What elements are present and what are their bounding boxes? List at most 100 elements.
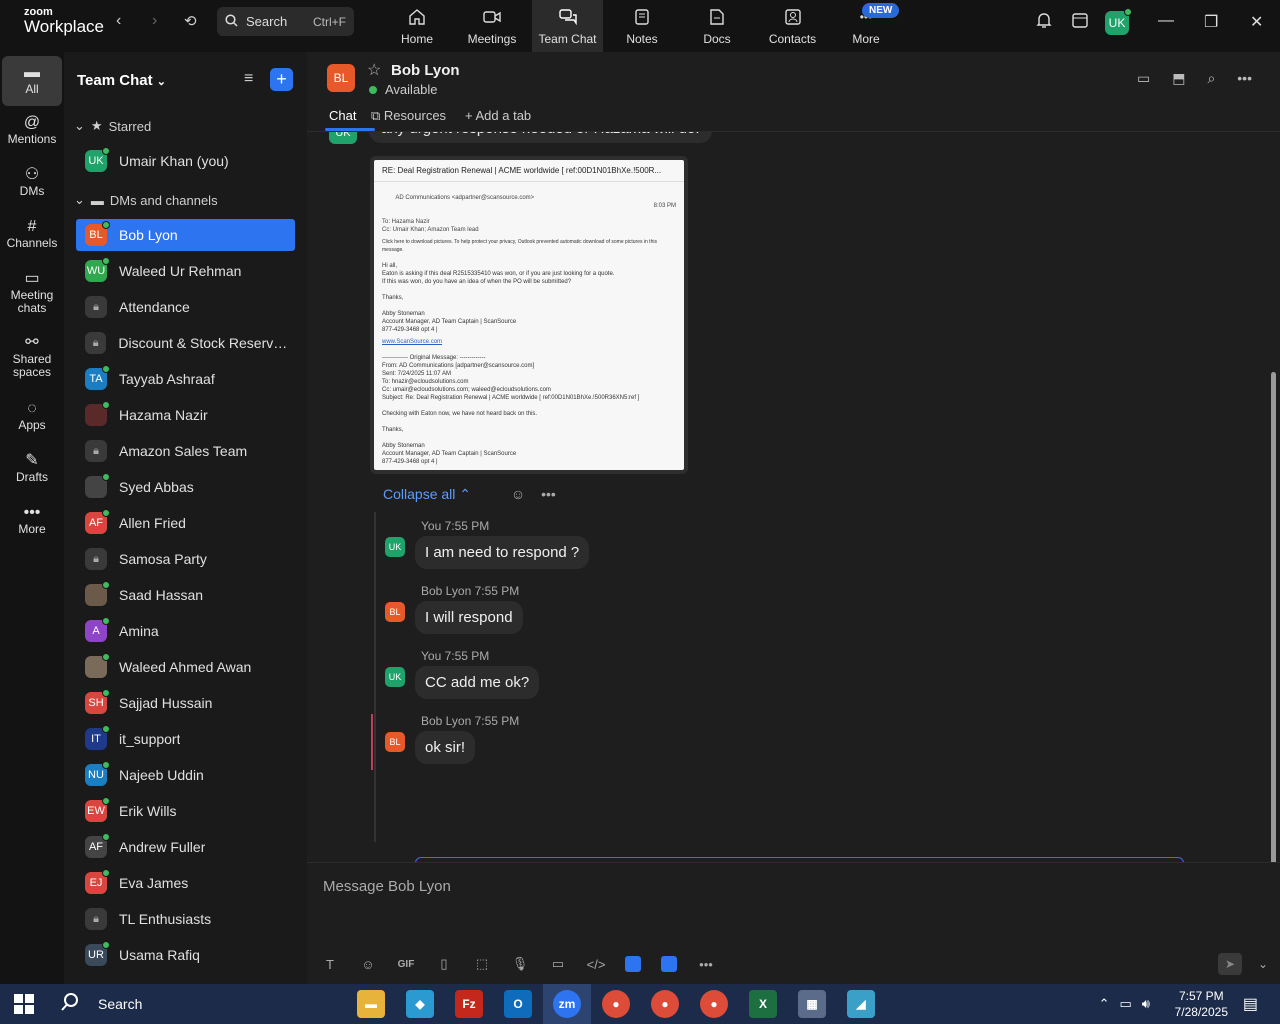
sidebar-item[interactable]: UR Usama Rafiq bbox=[76, 939, 295, 971]
sidebar-item[interactable]: 🔒︎ Discount & Stock Reservati... bbox=[76, 327, 295, 359]
message-bubble[interactable]: I am need to respond ? bbox=[415, 536, 590, 569]
sidebar-item[interactable]: TA Tayyab Ashraaf bbox=[76, 363, 295, 395]
collapse-all-button[interactable]: Collapse all ⌃ ☺ ••• bbox=[383, 486, 556, 503]
maximize-icon[interactable]: ❐ bbox=[1204, 12, 1218, 32]
calculator-icon[interactable]: ▦ bbox=[798, 990, 826, 1018]
code-snippet-icon[interactable]: </> bbox=[587, 955, 606, 973]
search-icon[interactable]: ⌕ bbox=[1207, 70, 1215, 87]
format-text-icon[interactable]: T bbox=[321, 955, 339, 973]
sidebar-item[interactable]: Syed Abbas bbox=[76, 471, 295, 503]
more-icon[interactable]: ••• bbox=[697, 955, 715, 973]
excel-icon[interactable]: X bbox=[749, 990, 777, 1018]
sidebar-item[interactable]: EJ Eva James bbox=[76, 867, 295, 899]
chevron-down-icon[interactable]: ⌄ bbox=[1258, 957, 1268, 971]
sidebar-title[interactable]: Team Chat ⌄ bbox=[77, 72, 166, 89]
sidebar-item[interactable]: BL Bob Lyon bbox=[76, 219, 295, 251]
notification-icon[interactable]: ▤ bbox=[1243, 994, 1258, 1014]
calendar-icon[interactable] bbox=[1072, 12, 1088, 33]
rail-shared-spaces[interactable]: ⚯ Shared spaces bbox=[2, 335, 62, 379]
taskbar-clock[interactable]: 7:57 PM 7/28/2025 bbox=[1175, 988, 1228, 1020]
volume-icon[interactable]: 🔊︎ bbox=[1142, 996, 1150, 1012]
sidebar-item[interactable]: Waleed Ahmed Awan bbox=[76, 651, 295, 683]
section-starred[interactable]: ⌄ ★ Starred bbox=[74, 118, 151, 134]
more-options-icon[interactable]: ••• bbox=[541, 486, 556, 502]
sidebar-item[interactable]: AF Allen Fried bbox=[76, 507, 295, 539]
sidebar-item[interactable]: EW Erik Wills bbox=[76, 795, 295, 827]
zoom-icon[interactable]: zm bbox=[553, 990, 581, 1018]
bell-icon[interactable] bbox=[1036, 12, 1052, 34]
mic-icon[interactable]: 🎙︎ bbox=[511, 955, 529, 973]
chevron-up-icon[interactable]: ⌃ bbox=[1099, 996, 1110, 1012]
windows-start-icon[interactable] bbox=[14, 994, 34, 1014]
network-icon[interactable]: ▭ bbox=[1120, 996, 1132, 1012]
sidebar-item[interactable]: IT it_support bbox=[76, 723, 295, 755]
file-explorer-icon[interactable]: ▬ bbox=[357, 990, 385, 1018]
sidebar-item[interactable]: WU Waleed Ur Rehman bbox=[76, 255, 295, 287]
sidebar-item-self[interactable]: UK Umair Khan (you) bbox=[76, 145, 295, 177]
app-icon[interactable] bbox=[661, 956, 677, 972]
tab-resources[interactable]: ⧉ Resources bbox=[371, 108, 446, 124]
app-icon[interactable]: ◢ bbox=[847, 990, 875, 1018]
video-call-icon[interactable]: ▭ bbox=[1137, 70, 1150, 87]
back-arrow-icon[interactable]: ‹ bbox=[116, 12, 121, 30]
tab-docs[interactable]: Docs bbox=[697, 0, 737, 52]
gif-icon[interactable]: GIF bbox=[397, 955, 415, 973]
chrome-icon[interactable]: ● bbox=[700, 990, 728, 1018]
sidebar-item[interactable]: A Amina bbox=[76, 615, 295, 647]
tab-meetings[interactable]: Meetings bbox=[462, 0, 522, 52]
search-box[interactable]: Search Ctrl+F bbox=[217, 7, 354, 36]
new-chat-button[interactable]: + bbox=[270, 68, 293, 91]
star-icon[interactable]: ☆ bbox=[367, 60, 381, 80]
emoji-react-icon[interactable]: ☺ bbox=[511, 486, 525, 502]
app-icon[interactable]: ◆ bbox=[406, 990, 434, 1018]
message-input[interactable] bbox=[323, 875, 1223, 897]
message-thread[interactable]: UK any urgent response needed or Hazama … bbox=[307, 132, 1280, 862]
chrome-icon[interactable]: ● bbox=[651, 990, 679, 1018]
file-icon[interactable]: ▯ bbox=[435, 955, 453, 973]
tab-team-chat[interactable]: Team Chat bbox=[532, 0, 603, 52]
close-icon[interactable]: ✕ bbox=[1250, 12, 1263, 32]
rail-all[interactable]: ▬ All bbox=[2, 56, 62, 106]
outlook-icon[interactable]: O bbox=[504, 990, 532, 1018]
tab-chat[interactable]: Chat bbox=[329, 108, 356, 123]
message-bubble[interactable]: CC add me ok? bbox=[415, 666, 540, 699]
section-dms-channels[interactable]: ⌄ ▬ DMs and channels bbox=[74, 192, 218, 208]
rail-drafts[interactable]: ✎ Drafts bbox=[2, 453, 62, 484]
rail-dms[interactable]: ⚇ DMs bbox=[2, 167, 62, 198]
sidebar-item[interactable]: 🔒︎ Samosa Party bbox=[76, 543, 295, 575]
sidebar-item[interactable]: NU Najeeb Uddin bbox=[76, 759, 295, 791]
forward-arrow-icon[interactable]: › bbox=[152, 12, 157, 30]
tab-notes[interactable]: Notes bbox=[620, 0, 664, 52]
rail-channels[interactable]: # Channels bbox=[2, 219, 62, 250]
filezilla-icon[interactable]: Fz bbox=[455, 990, 483, 1018]
screenshot-icon[interactable]: ⬚ bbox=[473, 955, 491, 973]
tab-home[interactable]: Home bbox=[391, 0, 443, 52]
emoji-icon[interactable]: ☺ bbox=[359, 955, 377, 973]
taskbar-search[interactable]: Search bbox=[60, 992, 142, 1015]
rail-more[interactable]: ••• More bbox=[2, 505, 62, 536]
message-bubble[interactable]: I will respond bbox=[415, 601, 523, 634]
share-screen-icon[interactable]: ⬒ bbox=[1172, 70, 1185, 87]
filter-icon[interactable]: ≡ bbox=[244, 70, 253, 88]
app-icon[interactable] bbox=[625, 956, 641, 972]
sidebar-item[interactable]: Hazama Nazir bbox=[76, 399, 295, 431]
tab-add[interactable]: + Add a tab bbox=[465, 108, 531, 123]
sidebar-item[interactable]: SH Sajjad Hussain bbox=[76, 687, 295, 719]
message-bubble[interactable]: ok sir! bbox=[415, 731, 476, 764]
minimize-icon[interactable]: — bbox=[1158, 12, 1174, 30]
more-options-icon[interactable]: ••• bbox=[1237, 70, 1252, 87]
video-message-icon[interactable]: ▭ bbox=[549, 955, 567, 973]
history-icon[interactable]: ⟲ bbox=[184, 12, 197, 30]
send-button[interactable]: ➤ bbox=[1218, 953, 1242, 975]
email-screenshot-image[interactable]: RE: Deal Registration Renewal | ACME wor… bbox=[370, 156, 688, 474]
message-composer[interactable]: T ☺ GIF ▯ ⬚ 🎙︎ ▭ </> ••• ➤ ⌄ bbox=[307, 862, 1280, 984]
scrollbar[interactable] bbox=[1271, 372, 1276, 862]
tab-contacts[interactable]: Contacts bbox=[765, 0, 820, 52]
rail-meeting-chats[interactable]: ▭ Meeting chats bbox=[2, 271, 62, 315]
sidebar-item[interactable]: Saad Hassan bbox=[76, 579, 295, 611]
rail-apps[interactable]: ◌ Apps bbox=[2, 401, 62, 432]
user-avatar[interactable]: UK bbox=[1105, 8, 1132, 35]
chrome-icon[interactable]: ● bbox=[602, 990, 630, 1018]
sidebar-item[interactable]: 🔒︎ TL Enthusiasts bbox=[76, 903, 295, 935]
sidebar-item[interactable]: 🔒︎ Amazon Sales Team bbox=[76, 435, 295, 467]
